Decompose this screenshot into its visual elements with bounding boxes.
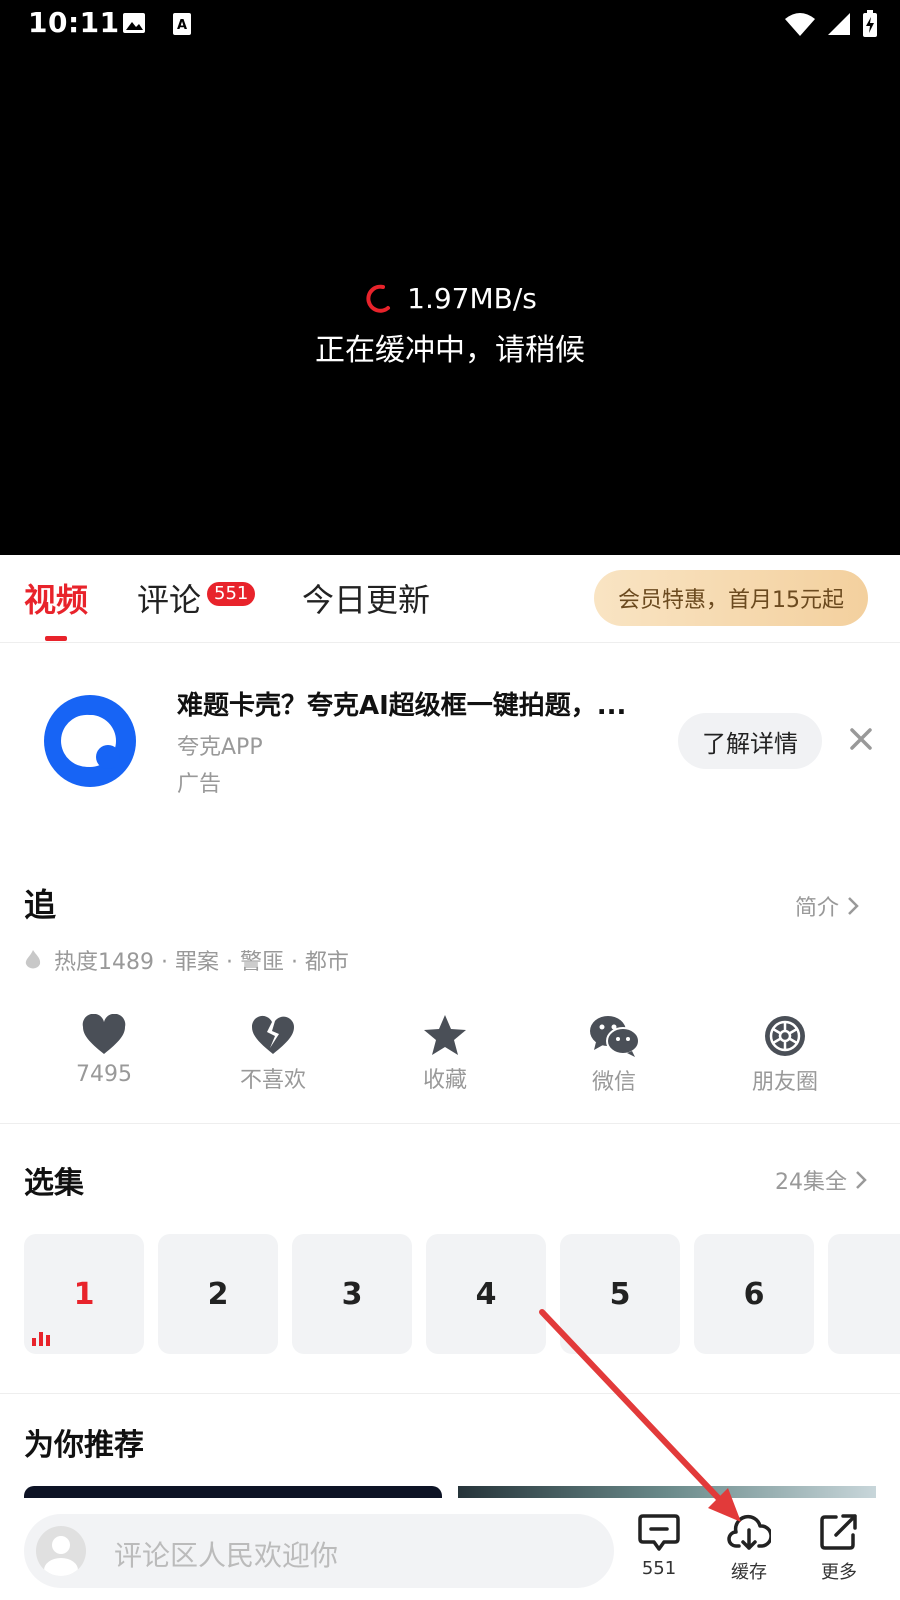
episode-item[interactable]: 5: [560, 1234, 680, 1354]
buffering-overlay: 1.97MB/s 正在缓冲中，请稍候: [0, 282, 900, 369]
font-app-icon: A: [173, 13, 191, 35]
download-speed: 1.97MB/s: [407, 282, 537, 315]
more-label: 更多: [821, 1562, 857, 1583]
chevron-right-icon: [848, 897, 859, 915]
ad-banner[interactable]: 难题卡壳？夸克AI超级框一键拍题，... 夸克APP 广告 了解详情: [0, 655, 900, 805]
vip-promo-button[interactable]: 会员特惠，首月15元起: [594, 570, 868, 626]
show-title: 追: [24, 886, 57, 924]
star-icon: [424, 1015, 466, 1055]
episode-number: 1: [73, 1276, 95, 1312]
flame-icon: [25, 950, 41, 969]
status-bar: 10:11 A: [0, 0, 900, 48]
episode-item[interactable]: 3: [292, 1234, 412, 1354]
favorite-button[interactable]: 收藏: [385, 1014, 505, 1094]
playing-bars-icon: [32, 1332, 50, 1346]
ad-title: 难题卡壳？夸克AI超级框一键拍题，...: [177, 691, 627, 721]
like-button[interactable]: 7495: [44, 1014, 164, 1087]
intro-link[interactable]: 简介: [795, 890, 859, 922]
share-wechat-button[interactable]: 微信: [554, 1014, 674, 1096]
dislike-label: 不喜欢: [239, 1068, 306, 1093]
favorite-label: 收藏: [422, 1068, 467, 1093]
video-player[interactable]: 10:11 A 1.97MB/s 正在缓冲中，请稍候: [0, 0, 900, 555]
status-time: 10:11: [28, 6, 120, 39]
chevron-right-icon: [856, 1171, 867, 1189]
section-divider: [0, 1393, 900, 1394]
tab-today-update[interactable]: 今日更新: [302, 575, 430, 621]
loading-spinner-icon: [366, 284, 391, 313]
episode-list: 1 2 3 4 5 6: [24, 1234, 900, 1354]
episode-number: 4: [475, 1276, 497, 1312]
svg-text:A: A: [177, 18, 187, 33]
signal-icon: [828, 13, 850, 35]
bottom-bar: 评论区人民欢迎你 551 缓存 更多: [0, 1498, 900, 1600]
quark-logo-icon: [44, 695, 136, 787]
episodes-all-link[interactable]: 24集全: [775, 1164, 867, 1196]
broken-heart-icon: [251, 1015, 294, 1054]
episode-item[interactable]: 1: [24, 1234, 144, 1354]
episode-item-partial[interactable]: [828, 1234, 900, 1354]
moments-icon: [765, 1016, 805, 1056]
ad-source: 夸克APP: [177, 735, 263, 760]
episode-number: 3: [341, 1276, 363, 1312]
share-moments-button[interactable]: 朋友圈: [725, 1014, 845, 1096]
episode-item[interactable]: 2: [158, 1234, 278, 1354]
more-button[interactable]: 更多: [804, 1512, 874, 1584]
like-count: 7495: [76, 1062, 132, 1087]
avatar: [36, 1526, 86, 1576]
dislike-button[interactable]: 不喜欢: [213, 1014, 333, 1094]
download-icon: [727, 1514, 773, 1550]
content-tabs: 视频 评论 551 今日更新 会员特惠，首月15元起: [0, 555, 900, 643]
wifi-icon: [785, 13, 815, 36]
show-meta-text: 热度1489 · 罪案 · 警匪 · 都市: [54, 950, 349, 975]
active-tab-indicator: [45, 636, 67, 641]
episodes-title: 选集: [24, 1166, 84, 1201]
comment-icon: [638, 1514, 680, 1551]
battery-icon: [863, 10, 877, 37]
comment-input[interactable]: 评论区人民欢迎你: [24, 1514, 614, 1588]
episode-number: 2: [207, 1276, 229, 1312]
episodes-all-label: 24集全: [775, 1170, 847, 1195]
tab-comment[interactable]: 评论: [137, 575, 201, 621]
comment-count-badge: 551: [207, 582, 256, 606]
share-icon: [820, 1514, 857, 1550]
episode-number: 5: [609, 1276, 631, 1312]
wechat-label: 微信: [591, 1070, 636, 1095]
comments-count: 551: [641, 1558, 677, 1579]
recommend-title: 为你推荐: [24, 1428, 144, 1463]
action-row: 7495 不喜欢 收藏 微信 朋友圈: [0, 1014, 900, 1124]
download-label: 缓存: [731, 1562, 767, 1583]
ad-learn-more-button[interactable]: 了解详情: [678, 713, 822, 769]
intro-link-label: 简介: [795, 896, 840, 921]
heart-icon: [82, 1014, 126, 1054]
wechat-icon: [590, 1016, 640, 1057]
buffering-text: 正在缓冲中，请稍候: [315, 333, 585, 368]
ad-label: 广告: [177, 772, 222, 797]
comment-placeholder: 评论区人民欢迎你: [114, 1539, 339, 1572]
episode-number: 6: [743, 1276, 765, 1312]
close-icon[interactable]: [848, 726, 874, 752]
episode-item[interactable]: 6: [694, 1234, 814, 1354]
tab-video[interactable]: 视频: [24, 575, 88, 621]
moments-label: 朋友圈: [751, 1070, 818, 1095]
episode-item[interactable]: 4: [426, 1234, 546, 1354]
show-meta: 热度1489 · 罪案 · 警匪 · 都市: [24, 944, 349, 976]
download-button[interactable]: 缓存: [714, 1512, 784, 1584]
comments-button[interactable]: 551: [624, 1512, 694, 1579]
gallery-icon: [123, 13, 145, 33]
